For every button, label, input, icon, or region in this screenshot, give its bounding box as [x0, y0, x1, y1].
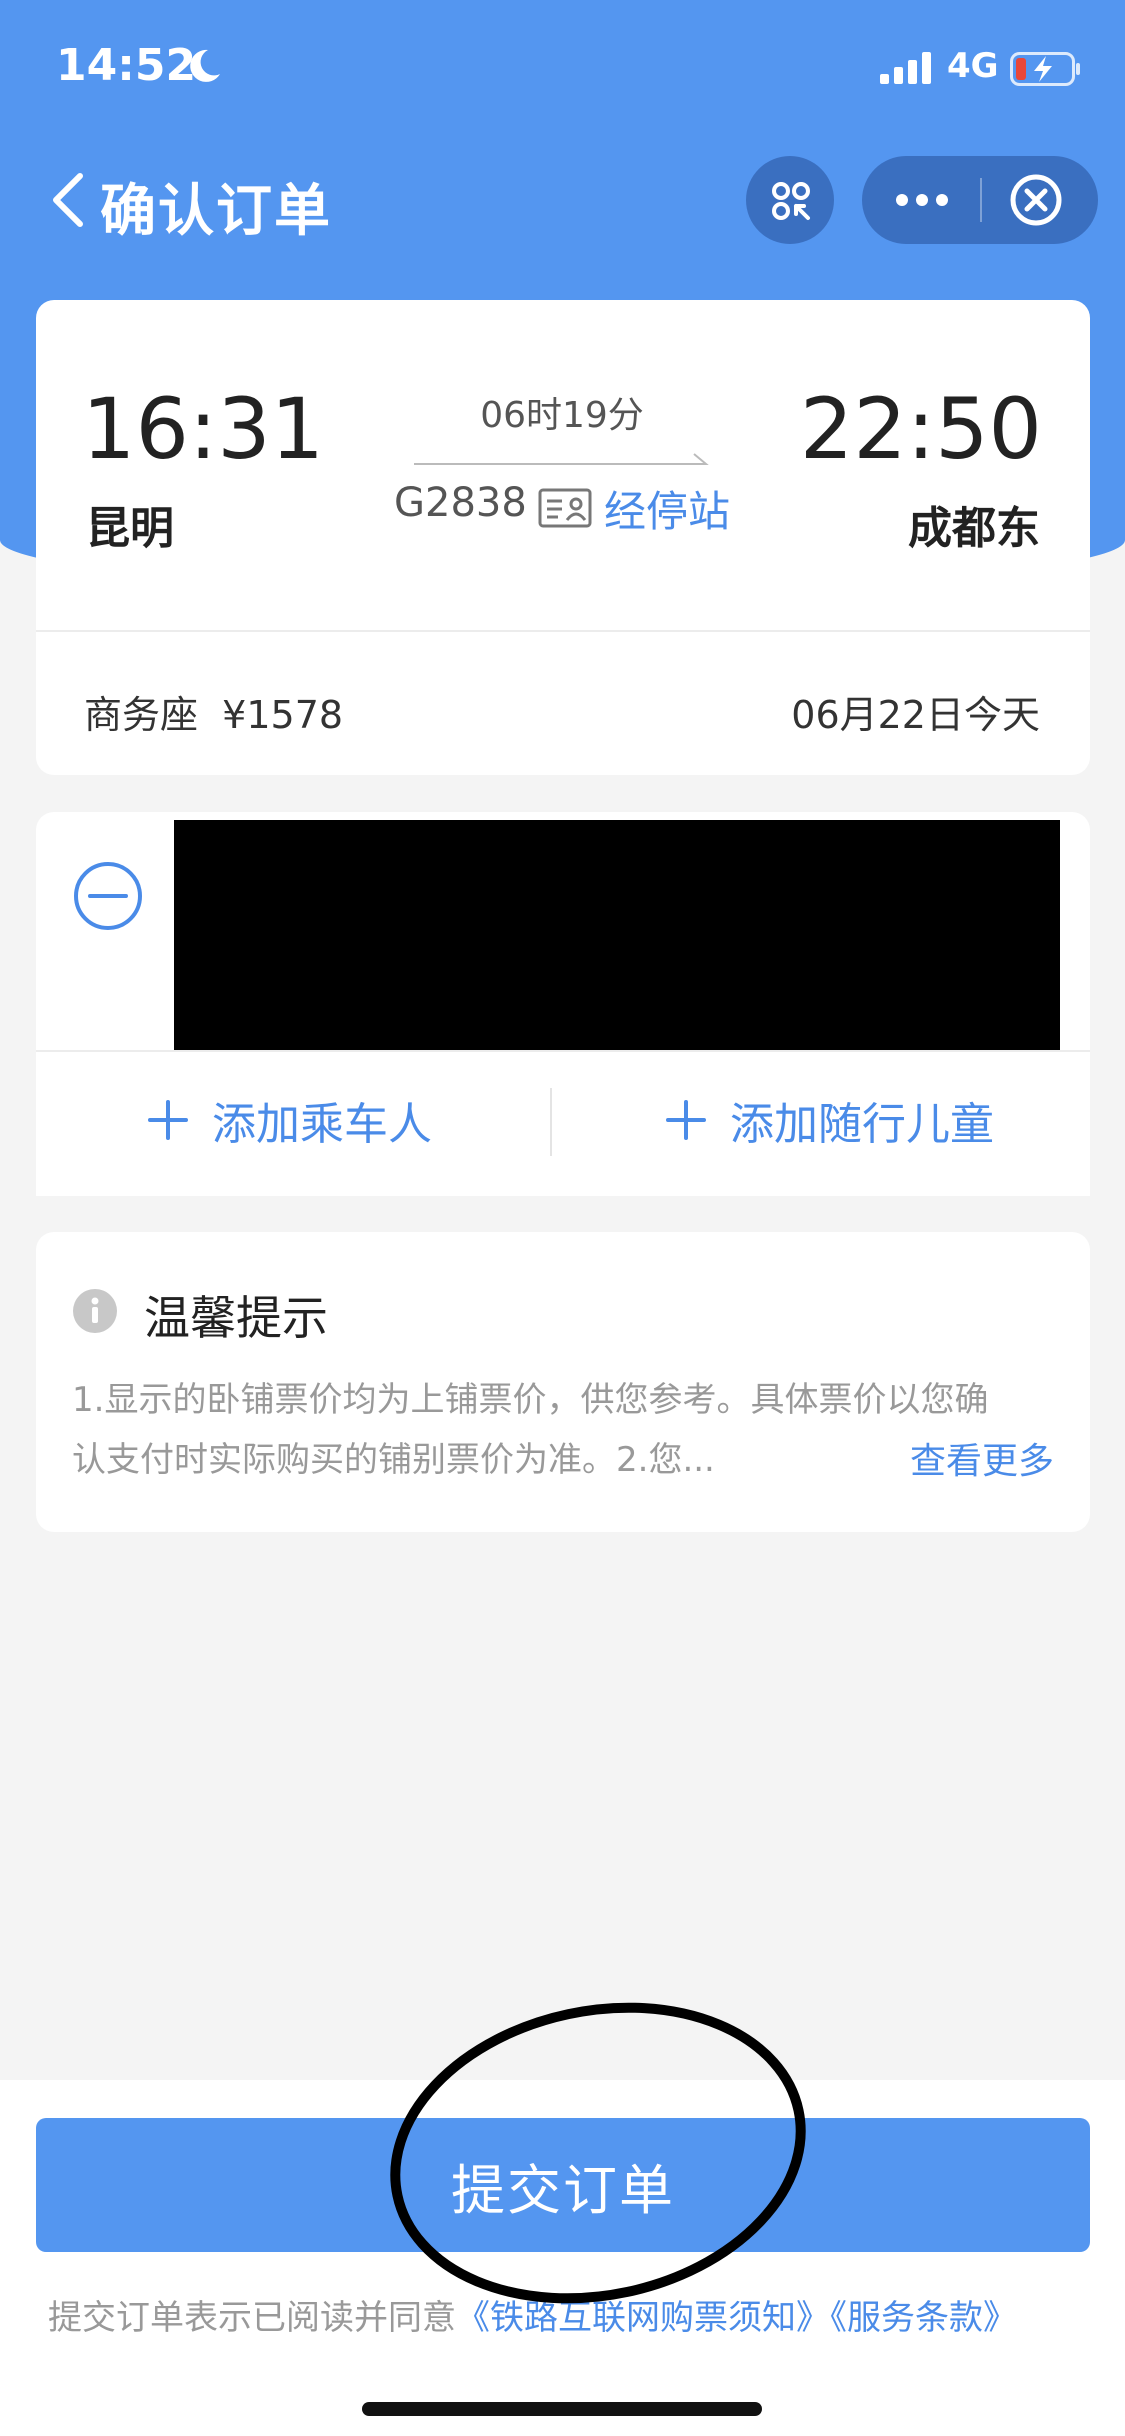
seat-class-price: 商务座 ¥1578: [84, 693, 344, 737]
add-passenger-button[interactable]: 添加乘车人: [146, 1080, 432, 1160]
trip-duration: 06时19分: [480, 395, 644, 436]
page-title: 确认订单: [100, 179, 332, 244]
view-more-link[interactable]: 查看更多: [910, 1432, 1054, 1484]
add-child-label: 添加随行儿童: [730, 1099, 994, 1150]
signal-icon: [880, 52, 931, 84]
tips-title: 温馨提示: [144, 1291, 328, 1345]
bottom-bar: 提交订单 提交订单表示已阅读并同意《铁路互联网购票须知》《服务条款》: [0, 2080, 1125, 2436]
add-passenger-label: 添加乘车人: [212, 1099, 432, 1150]
agreement-prefix: 提交订单表示已阅读并同意: [48, 2298, 456, 2338]
train-number: G2838: [394, 480, 527, 526]
minus-circle-icon[interactable]: [72, 860, 144, 932]
arrow-line-icon: [414, 453, 709, 465]
arrival-station: 成都东: [908, 503, 1040, 554]
mini-program-icon: [772, 182, 810, 220]
moon-icon: [190, 49, 220, 82]
departure-station: 昆明: [86, 503, 174, 554]
tips-card: 温馨提示 1.显示的卧铺票价均为上铺票价，供您参考。具体票价以您确 认支付时实际…: [36, 1232, 1090, 1532]
arrival-time: 22:50: [799, 380, 1042, 478]
status-bar: 14:52 4G: [0, 0, 1125, 140]
info-icon: [73, 1289, 117, 1333]
status-time: 14:52: [56, 40, 197, 91]
divider: [36, 630, 1090, 632]
mini-program-button[interactable]: [746, 156, 834, 244]
home-indicator: [362, 2402, 762, 2416]
divider: [550, 1088, 552, 1156]
departure-time: 16:31: [82, 380, 325, 478]
battery-charging-icon: [1010, 52, 1080, 86]
divider: [36, 1050, 1090, 1052]
capsule-menu: [862, 156, 1098, 244]
trip-card: 16:31 昆明 06时19分 G2838 经停站 22:50 成都东 商务座 …: [36, 300, 1090, 775]
back-chevron-icon[interactable]: [46, 170, 90, 230]
passenger-card: 添加乘车人 添加随行儿童: [36, 812, 1090, 1196]
add-child-button[interactable]: 添加随行儿童: [664, 1080, 994, 1160]
plus-icon: [148, 1100, 188, 1140]
tips-text-line1: 1.显示的卧铺票价均为上铺票价，供您参考。具体票价以您确: [72, 1380, 989, 1420]
navigation-bar: 确认订单: [0, 150, 1125, 250]
more-icon[interactable]: [862, 156, 980, 244]
stops-link[interactable]: 经停站: [604, 478, 730, 539]
submit-order-button[interactable]: 提交订单: [36, 2118, 1090, 2252]
redacted-passenger-info: [174, 820, 1060, 1052]
terms-link[interactable]: 《服务条款》: [830, 2298, 1017, 2338]
id-card-icon: [538, 488, 592, 528]
plus-icon: [666, 1100, 706, 1140]
network-type: 4G: [947, 46, 999, 86]
close-circle-icon[interactable]: [980, 156, 1098, 244]
tips-text-line2: 认支付时实际购买的铺别票价为准。2.您...: [72, 1440, 715, 1480]
travel-date: 06月22日今天: [791, 693, 1040, 737]
agreement-text: 提交订单表示已阅读并同意《铁路互联网购票须知》《服务条款》: [48, 2290, 1017, 2339]
purchase-notice-link[interactable]: 《铁路互联网购票须知》: [456, 2298, 830, 2338]
